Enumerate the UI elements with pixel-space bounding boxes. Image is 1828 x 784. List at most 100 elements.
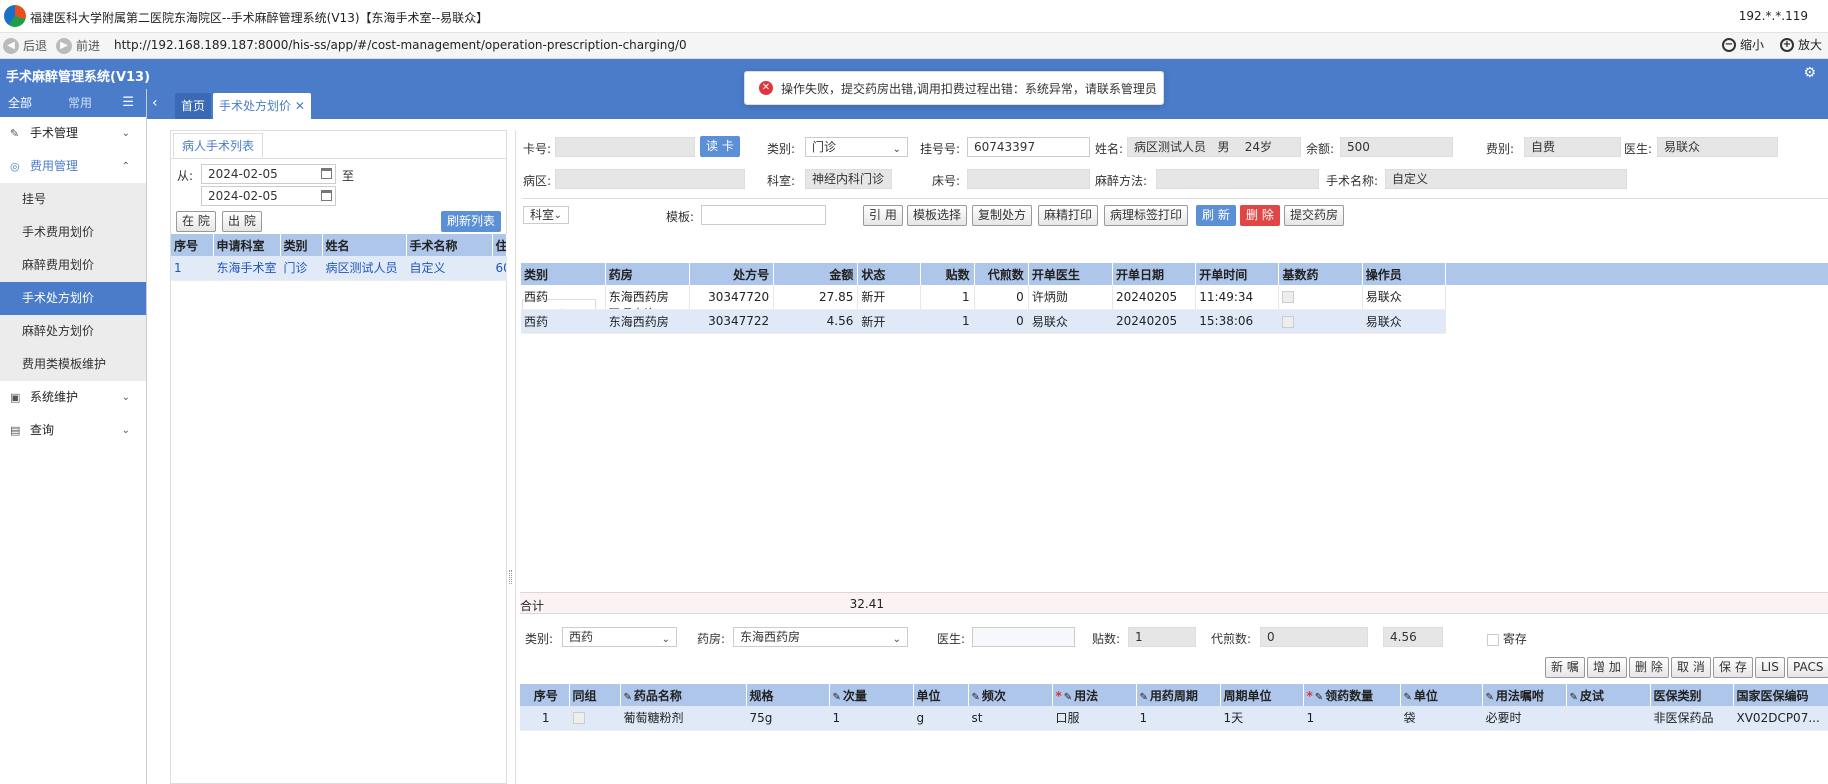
card-input[interactable] bbox=[555, 137, 695, 157]
cell[interactable]: 1 bbox=[1303, 706, 1401, 731]
tab-current[interactable]: 手术处方划价 ✕ bbox=[213, 93, 311, 119]
forward-button[interactable]: ▶ 前进 bbox=[56, 37, 100, 54]
chevron-left-icon[interactable]: ‹ bbox=[152, 95, 158, 111]
in-hospital-button[interactable]: 在 院 bbox=[176, 211, 216, 232]
hold-checkbox[interactable]: 寄存 bbox=[1487, 630, 1527, 647]
group-checkbox[interactable] bbox=[572, 712, 585, 725]
cite-button[interactable]: 引 用 bbox=[863, 205, 903, 226]
detail-type-select[interactable]: 西药 ⌄ bbox=[562, 627, 677, 647]
submenu-item-fee-template[interactable]: 费用类模板维护 bbox=[0, 348, 146, 381]
dept-dropdown[interactable]: 科室 ⌄ bbox=[523, 206, 569, 224]
panel-splitter[interactable] bbox=[509, 570, 512, 584]
cell: 1 bbox=[520, 706, 570, 731]
cell[interactable]: 必要时 bbox=[1482, 706, 1567, 731]
cell[interactable]: 口服 bbox=[1052, 706, 1137, 731]
sidebar-item-fee[interactable]: ◎ 费用管理 ⌃ bbox=[0, 150, 146, 183]
print-anes-button[interactable]: 麻精打印 bbox=[1038, 205, 1099, 226]
date-to-input[interactable]: 2024-02-05 bbox=[201, 186, 336, 206]
template-input[interactable] bbox=[701, 205, 826, 225]
cell: 许炳勋 bbox=[1028, 285, 1114, 310]
sidebar-item-surgery[interactable]: ✎ 手术管理 ⌄ bbox=[0, 117, 146, 150]
type-select[interactable]: 门诊 ⌄ bbox=[805, 137, 908, 157]
sidebar-item-query[interactable]: ▤ 查询 ⌄ bbox=[0, 414, 146, 447]
col-header: ✎ 单位 bbox=[1400, 684, 1483, 706]
sidebar-tab-common[interactable]: 常用 bbox=[60, 89, 100, 117]
table-header: 类别 药房 处方号 金额 状态 贴数 代煎数 开单医生 开单日期 开单时间 基数… bbox=[521, 263, 1828, 285]
refresh-button[interactable]: 刷 新 bbox=[1196, 205, 1236, 226]
calendar-icon[interactable] bbox=[321, 168, 332, 179]
copy-presc-button[interactable]: 复制处方 bbox=[972, 205, 1033, 226]
table-row[interactable]: 1 葡萄糖粉剂 75g 1 g st 口服 1 1天 1 袋 必要时 非医保药品… bbox=[520, 706, 1828, 731]
table-row[interactable]: 西药 东海西药房 30347720 27.85 新开 1 0 许炳勋 20240… bbox=[521, 285, 1828, 310]
sidebar-item-system[interactable]: ▣ 系统维护 ⌄ bbox=[0, 381, 146, 414]
submenu-item-surgery-presc[interactable]: 手术处方划价 bbox=[0, 282, 146, 315]
remove-button[interactable]: 删 除 bbox=[1629, 657, 1669, 678]
zoom-in-icon: + bbox=[1780, 37, 1794, 52]
zoom-in-button[interactable]: + 放大 bbox=[1780, 36, 1822, 53]
detail-doctor-input[interactable] bbox=[972, 627, 1075, 647]
submenu-item-surgery-fee[interactable]: 手术费用划价 bbox=[0, 216, 146, 249]
cell[interactable]: 袋 bbox=[1400, 706, 1483, 731]
bed-label: 床号: bbox=[932, 174, 961, 188]
pacs-button[interactable]: PACS bbox=[1787, 657, 1828, 678]
fee-submenu: 挂号 手术费用划价 麻醉费用划价 手术处方划价 麻醉处方划价 费用类模板维护 bbox=[0, 183, 146, 381]
col-header: 类别 bbox=[521, 263, 606, 285]
cell[interactable] bbox=[1566, 706, 1651, 731]
submenu-item-anes-fee[interactable]: 麻醉费用划价 bbox=[0, 249, 146, 282]
pharmacy-label: 药房: bbox=[697, 632, 726, 646]
reg-input[interactable]: 60743397 bbox=[967, 137, 1090, 157]
cell[interactable]: 葡萄糖粉剂 bbox=[620, 706, 747, 731]
menu-toggle-icon[interactable]: ☰ bbox=[122, 95, 134, 110]
tie-field[interactable]: 1 bbox=[1128, 627, 1196, 647]
sidebar-tab-all[interactable]: 全部 bbox=[0, 89, 40, 117]
submit-pharmacy-button[interactable]: 提交药房 bbox=[1284, 205, 1345, 226]
new-order-button[interactable]: 新 嘱 bbox=[1545, 657, 1585, 678]
col-header-label: 用法嘱咐 bbox=[1495, 688, 1544, 703]
print-label-button[interactable]: 病理标签打印 bbox=[1104, 205, 1189, 226]
cell[interactable]: st bbox=[968, 706, 1053, 731]
tab-home[interactable]: 首页 bbox=[175, 93, 212, 119]
url-bar[interactable]: http://192.168.189.187:8000/his-ss/app/#… bbox=[114, 38, 687, 52]
cancel-button[interactable]: 取 消 bbox=[1671, 657, 1711, 678]
read-card-button[interactable]: 读 卡 bbox=[700, 136, 740, 157]
pharmacy-select[interactable]: 东海西药房 ⌄ bbox=[733, 627, 908, 647]
save-button[interactable]: 保 存 bbox=[1713, 657, 1753, 678]
base-drug-checkbox[interactable] bbox=[1282, 315, 1295, 328]
col-header: * ✎ 用法 bbox=[1052, 684, 1137, 706]
back-label: 后退 bbox=[23, 39, 48, 53]
date-from-input[interactable]: 2024-02-05 bbox=[201, 164, 336, 184]
dept-dropdown-value: 科室 bbox=[530, 208, 555, 222]
submenu-item-anes-presc[interactable]: 麻醉处方划价 bbox=[0, 315, 146, 348]
add-button[interactable]: 增 加 bbox=[1587, 657, 1627, 678]
back-button[interactable]: ◀ 后退 bbox=[3, 37, 47, 54]
calendar-icon[interactable] bbox=[321, 190, 332, 201]
zoom-out-button[interactable]: − 缩小 bbox=[1722, 36, 1764, 53]
type-select-value: 门诊 bbox=[812, 140, 837, 154]
balance-label: 余额: bbox=[1306, 142, 1335, 156]
fullscreen-icon[interactable]: ⚙ bbox=[1803, 65, 1816, 81]
delete-button[interactable]: 删 除 bbox=[1240, 205, 1280, 226]
tab-patient-list[interactable]: 病人手术列表 bbox=[173, 133, 264, 158]
cell: 新开 bbox=[857, 309, 921, 334]
cell: 1 bbox=[920, 285, 975, 310]
close-icon[interactable]: ✕ bbox=[295, 99, 305, 113]
chevron-down-icon: ⌄ bbox=[121, 392, 130, 403]
cell: 西药 bbox=[521, 285, 606, 310]
detail-area: 类别: 西药 ⌄ 药房: 东海西药房 ⌄ 医生: 贴数: 1 代煎数: 0 4.56… bbox=[515, 620, 1828, 784]
base-drug-checkbox[interactable] bbox=[1282, 291, 1295, 304]
table-row[interactable]: 1 东海手术室 门诊 病区测试人员 自定义 60 bbox=[171, 256, 507, 281]
col-header-label: 领药数量 bbox=[1325, 688, 1374, 703]
col-header: 周期单位 bbox=[1220, 684, 1304, 706]
refresh-list-button[interactable]: 刷新列表 bbox=[441, 211, 502, 232]
table-row[interactable]: 西药 东海西药房 30347722 4.56 新开 1 0 易联众 202402… bbox=[521, 309, 1828, 334]
cell[interactable]: 1 bbox=[829, 706, 914, 731]
chevron-down-icon: ⌄ bbox=[661, 634, 670, 645]
cell[interactable]: 1 bbox=[1136, 706, 1221, 731]
discharged-button[interactable]: 出 院 bbox=[222, 211, 262, 232]
chevron-up-icon: ⌃ bbox=[121, 161, 130, 172]
age-value: 24岁 bbox=[1244, 140, 1273, 154]
lis-button[interactable]: LIS bbox=[1755, 657, 1785, 678]
submenu-item-register[interactable]: 挂号 bbox=[0, 183, 146, 216]
daijian-field[interactable]: 0 bbox=[1260, 627, 1368, 647]
template-select-button[interactable]: 模板选择 bbox=[907, 205, 968, 226]
